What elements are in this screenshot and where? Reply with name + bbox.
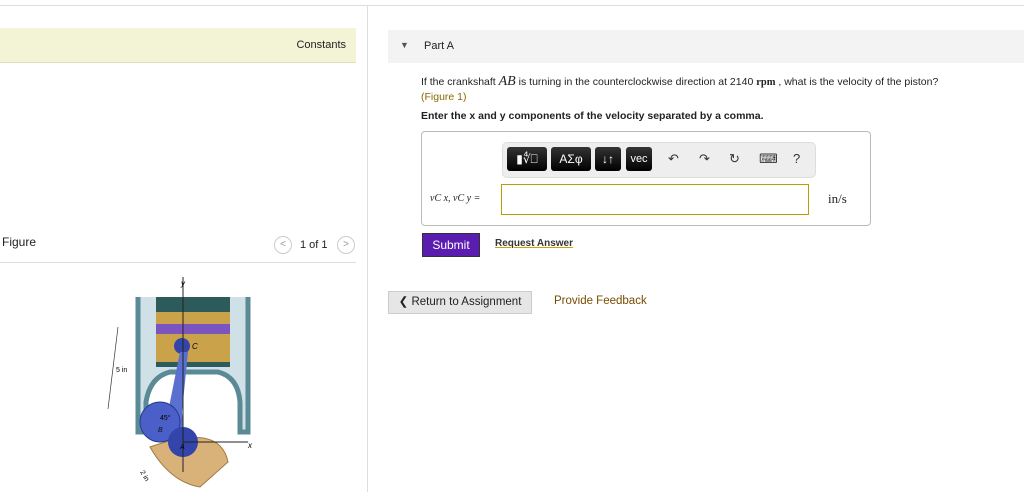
b-label: B (158, 427, 163, 434)
vec-button[interactable]: vec (626, 147, 652, 171)
top-divider (0, 5, 1024, 6)
submit-button[interactable]: Submit (422, 233, 480, 257)
c-label: C (192, 342, 198, 351)
piston-crankshaft-figure: y x C B A 45° 5 in 2 in (107, 277, 253, 488)
velocity-answer-input[interactable] (501, 184, 809, 215)
reset-icon[interactable]: ↻ (729, 151, 740, 167)
y-label: y (180, 279, 186, 288)
q-unit: rpm (756, 77, 776, 88)
help-icon[interactable]: ? (793, 151, 800, 166)
part-title: Part A (424, 40, 454, 52)
q-pre: If the crankshaft (421, 76, 499, 88)
angle-label: 45° (160, 414, 171, 422)
greek-button[interactable]: ΑΣφ (551, 147, 591, 171)
a-label: A (179, 444, 185, 451)
piston (156, 312, 230, 362)
arrows-button[interactable]: ↓↑ (595, 147, 621, 171)
q-var: AB (498, 74, 516, 89)
figure-link[interactable]: (Figure 1) (421, 91, 467, 103)
figure-label: Figure (2, 235, 37, 249)
undo-icon[interactable]: ↶ (668, 151, 679, 167)
length-5in-label: 5 in (116, 367, 127, 374)
question-text: If the crankshaft AB is turning in the c… (421, 74, 981, 105)
math-toolbar: ▮∜⎕ ΑΣφ ↓↑ vec ↶ ↷ ↻ ⌨ ? (502, 142, 816, 178)
next-figure-button[interactable]: > (337, 236, 355, 254)
keyboard-icon[interactable]: ⌨ (759, 151, 778, 167)
q-mid: is turning in the counterclockwise direc… (515, 76, 757, 88)
prev-figure-button[interactable]: < (274, 236, 292, 254)
provide-feedback-link[interactable]: Provide Feedback (554, 295, 647, 307)
answer-label: vC x, vC y = (430, 193, 481, 204)
unit-label: in/s (828, 191, 847, 206)
return-to-assignment-button[interactable]: ❮ Return to Assignment (388, 291, 532, 314)
instruction: Enter the x and y components of the velo… (421, 110, 764, 122)
collapse-triangle-icon[interactable]: ▼ (400, 40, 409, 50)
part-a-header[interactable]: ▼ Part A (388, 30, 1024, 63)
request-answer-link[interactable]: Request Answer (495, 238, 573, 249)
pager-text: 1 of 1 (300, 239, 328, 251)
figure-divider (0, 262, 356, 263)
x-label: x (247, 441, 253, 450)
q-post: , what is the velocity of the piston? (775, 76, 939, 88)
redo-icon[interactable]: ↷ (699, 151, 710, 167)
templates-button[interactable]: ▮∜⎕ (507, 147, 547, 171)
constants-bar[interactable]: Constants (0, 28, 356, 63)
length-2in-label: 2 in (138, 470, 150, 483)
panel-divider (367, 6, 368, 492)
constants-label: Constants (296, 39, 346, 51)
